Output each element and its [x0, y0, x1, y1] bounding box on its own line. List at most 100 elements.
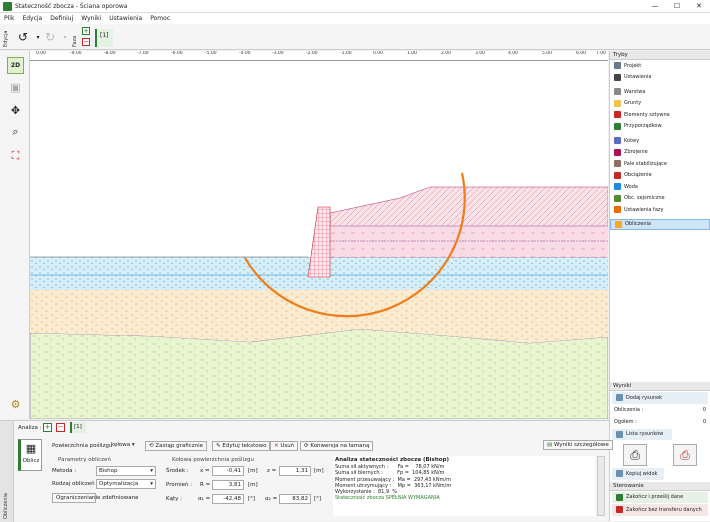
drawing-list-button[interactable]: Lista rysunków [612, 428, 672, 440]
remove-analysis-button[interactable]: − [56, 423, 65, 432]
analysis-label: Analiza : [18, 425, 42, 431]
results-lines: Suma sił aktywnych : Fa = 78,07 kN/m Suma… [333, 464, 595, 495]
view-3d-icon[interactable]: ▣ [7, 79, 24, 96]
ruler-tick: 0.00 [373, 51, 384, 56]
alpha2-input[interactable]: 83,82 [279, 494, 311, 504]
drawing-canvas[interactable]: 0.00 -9.00 -8.00 -7.00 -6.00 -5.00 -4.00… [30, 51, 608, 419]
pan-icon[interactable]: ✥ [7, 102, 24, 119]
edit-group-label: Edycja [3, 30, 9, 48]
mode-item[interactable]: Warstwa [610, 86, 710, 98]
results-scrollbar[interactable] [597, 456, 605, 516]
left-tool-strip: 2D ▣ ✥ ⌕ ⛶ ⚙ [0, 51, 30, 419]
add-phase-button[interactable]: + [82, 27, 90, 35]
menu-ustawienia[interactable]: Ustawienia [109, 15, 142, 22]
center-z-input[interactable]: 1,31 [279, 466, 311, 476]
calculate-button[interactable]: ▦ Oblicz [18, 439, 42, 471]
alpha1-input[interactable]: -42,48 [212, 494, 244, 504]
mode-item[interactable]: Elementy sztywne [610, 109, 710, 121]
remove-phase-button[interactable]: − [82, 38, 90, 46]
radius-input[interactable]: 3,81 [212, 480, 244, 490]
zoom-icon[interactable]: ⌕ [7, 123, 24, 140]
settings-gear-icon[interactable]: ⚙ [7, 396, 24, 413]
mode-item[interactable]: Ustawienia fazy [610, 204, 710, 216]
menu-pomoc[interactable]: Pomoc [150, 15, 170, 22]
r-unit: [m] [248, 482, 258, 488]
copy-icon [616, 470, 623, 478]
mode-item[interactable]: Woda [610, 181, 710, 193]
close-button[interactable]: ✕ [688, 0, 710, 13]
add-drawing-button[interactable]: Dodaj rysunek [612, 392, 708, 404]
mode-item[interactable]: Obliczenia [610, 218, 710, 230]
convert-polyline-button[interactable]: ⟳ Konwersja na łamaną [300, 441, 374, 451]
horizontal-ruler: 0.00 -9.00 -8.00 -7.00 -6.00 -5.00 -4.00… [30, 51, 608, 61]
mode-icon [614, 111, 621, 119]
phase-tab-1[interactable]: [1] [95, 29, 113, 47]
view-2d-button[interactable]: 2D [7, 57, 24, 74]
ruler-tick: -8.00 [104, 51, 116, 56]
ruler-tick: -6.00 [171, 51, 183, 56]
edit-text-button[interactable]: ✎ Edytuj tekstowo [212, 441, 271, 451]
mode-item[interactable]: Obciążenie [610, 170, 710, 182]
finish-no-transfer-button[interactable]: Zakończ bez transferu danych [612, 504, 708, 516]
mode-item[interactable]: Grunty [610, 98, 710, 110]
undo-icon[interactable]: ↺ [15, 29, 31, 45]
print-icon[interactable]: ⎙ [623, 444, 647, 466]
mode-label: Ustawienia fazy [624, 206, 664, 213]
results-title: Analiza stateczności zbocza (Bishop) [335, 457, 449, 463]
mode-icon [614, 73, 621, 81]
menu-definiuj[interactable]: Definiuj [50, 15, 73, 22]
ogolem-count-label: Ogółem : [614, 418, 637, 425]
center-x-input[interactable]: -0,41 [212, 466, 244, 476]
z-unit: [m] [314, 468, 324, 474]
minimize-button[interactable]: — [644, 0, 666, 13]
calc-type-label: Rodzaj obliczeń : [52, 481, 99, 487]
slope-model-svg [30, 172, 608, 419]
mode-item[interactable]: Ustawienia [610, 72, 710, 84]
zoom-extents-icon[interactable]: ⛶ [7, 147, 24, 164]
mode-icon [615, 220, 622, 228]
mode-label: Obciążenie [624, 172, 652, 179]
ruler-tick: 1.00 [407, 51, 418, 56]
mode-label: Pale stabilizujące [624, 160, 667, 167]
replace-graphic-button[interactable]: ⟲ Zastąp graficznie [145, 441, 208, 451]
mode-item[interactable]: Obc. sejsmiczne [610, 193, 710, 205]
ruler-tick: -5.00 [205, 51, 217, 56]
maximize-button[interactable]: ☐ [666, 0, 688, 13]
mode-icon [614, 62, 621, 70]
analysis-tab-1[interactable]: [1] [70, 422, 86, 433]
menu-plik[interactable]: Plik [4, 15, 14, 22]
title-bar: Stateczność zbocza - Ściana oporowa — ☐ … [0, 0, 710, 13]
mode-item[interactable]: Projekt [610, 60, 710, 72]
tryby-list: Projekt Ustawienia Warstwa Grunty Elementy s… [610, 60, 710, 230]
print-preview-icon[interactable]: ⎙ [673, 444, 697, 466]
ruler-tick: 5.00 [542, 51, 553, 56]
ruler-tick: -9.00 [70, 51, 82, 56]
mode-label: Warstwa [624, 88, 646, 95]
redo-icon[interactable]: ↻ [42, 29, 58, 45]
mode-item[interactable]: Kotwy [610, 135, 710, 147]
delete-button[interactable]: ✕ Usuń [270, 441, 299, 451]
detailed-results-button[interactable]: ▤ Wyniki szczegółowe [543, 440, 613, 450]
method-select[interactable]: Bishop ▾ [96, 466, 156, 476]
ruler-tick: 2.00 [441, 51, 452, 56]
mode-icon [614, 148, 621, 156]
mode-item[interactable]: Przyporządkow. [610, 121, 710, 133]
finish-transfer-button[interactable]: Zakończ i prześlij dane [612, 491, 708, 503]
mode-item[interactable]: Pale stabilizujące [610, 158, 710, 170]
menu-wyniki[interactable]: Wyniki [81, 15, 101, 22]
redo-dropdown-icon[interactable]: ▾ [57, 29, 73, 45]
menu-edycja[interactable]: Edycja [22, 15, 42, 22]
ruler-tick: -1.00 [340, 51, 352, 56]
surface-select[interactable]: kołowa ▾ [109, 441, 139, 451]
copy-view-button[interactable]: Kopiuj widok [612, 468, 664, 480]
obliczenia-count-label: Obliczenia : [614, 407, 644, 414]
add-analysis-button[interactable]: + [43, 423, 52, 432]
ruler-tick: -4.00 [239, 51, 251, 56]
mode-label: Woda [624, 183, 638, 190]
calc-type-select[interactable]: Optymalizacja ▾ [96, 479, 156, 489]
limits-button[interactable]: Ograniczenia [52, 493, 97, 503]
mode-icon [614, 122, 621, 130]
list-icon [616, 430, 623, 438]
mode-item[interactable]: Zbrojenie [610, 147, 710, 159]
obliczenia-count-value: 0 [702, 407, 706, 414]
